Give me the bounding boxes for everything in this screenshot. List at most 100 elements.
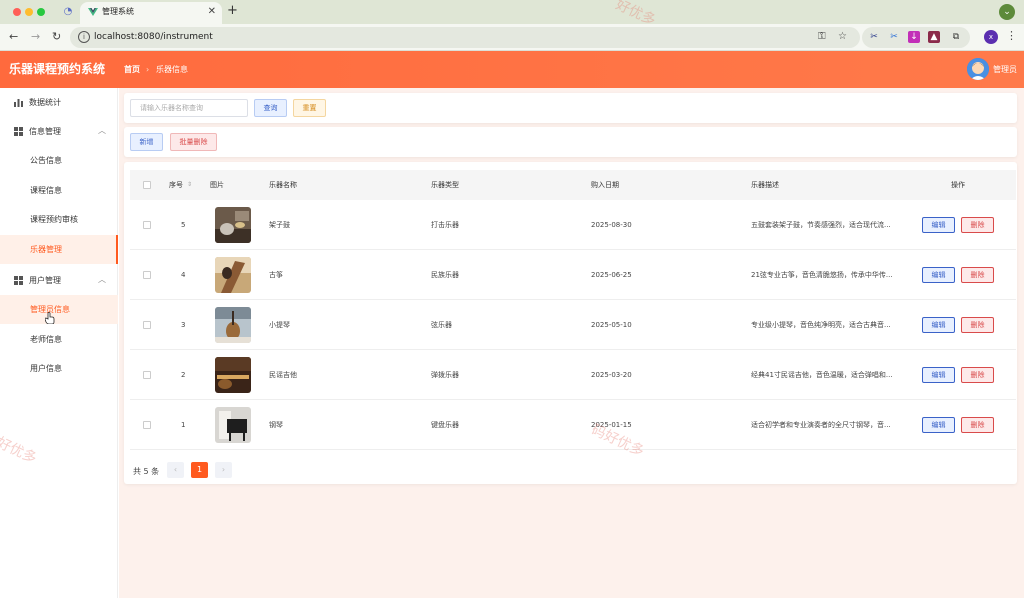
site-info-icon[interactable]: i [78, 31, 90, 43]
row-checkbox[interactable] [143, 421, 151, 429]
delete-button[interactable]: 删除 [961, 267, 994, 283]
sidebar-item-label: 公告信息 [30, 156, 62, 165]
reload-icon[interactable]: ↻ [52, 30, 61, 44]
row-checkbox[interactable] [143, 371, 151, 379]
prev-page-button[interactable]: ‹ [167, 462, 184, 478]
tab-search-icon[interactable]: ⌄ [999, 4, 1015, 20]
main-content: 请输入乐器名称查询 查询 重置 新增 批量删除 序号 ⇕ 图片 乐器名称 乐器类… [119, 88, 1024, 598]
edit-button[interactable]: 编辑 [922, 417, 955, 433]
new-tab-button[interactable]: + [227, 4, 238, 18]
cell-date: 2025-06-25 [591, 271, 632, 279]
instrument-image [215, 407, 251, 443]
cell-type: 民族乐器 [431, 271, 459, 279]
query-button[interactable]: 查询 [254, 99, 287, 117]
guzheng-image-icon [215, 257, 251, 293]
sidebar-item-admins[interactable]: 管理员信息 [0, 295, 118, 324]
page-1-button[interactable]: 1 [191, 462, 208, 478]
sidebar-item-statistics[interactable]: 数据统计 [0, 88, 118, 117]
cell-name: 古筝 [269, 271, 283, 279]
column-header-description: 乐器描述 [751, 181, 779, 189]
delete-button[interactable]: 删除 [961, 217, 994, 233]
cell-description: 21弦专业古筝，音色清脆悠扬，传承中华传... [751, 271, 893, 279]
batch-delete-button[interactable]: 批量删除 [170, 133, 217, 151]
url-bar[interactable]: i localhost:8080/instrument ⚿ ☆ [70, 27, 860, 48]
maximize-window-button[interactable] [37, 8, 45, 16]
cell-id: 3 [181, 321, 186, 329]
sidebar-item-instruments[interactable]: 乐器管理 [0, 235, 118, 264]
minimize-window-button[interactable] [25, 8, 33, 16]
media-extension-icon[interactable]: ▲ [928, 31, 940, 43]
row-checkbox[interactable] [143, 221, 151, 229]
column-header-name: 乐器名称 [269, 181, 297, 189]
tab-close-icon[interactable]: ✕ [208, 6, 216, 18]
tab-title: 管理系统 [102, 7, 134, 16]
search-input[interactable]: 请输入乐器名称查询 [130, 99, 248, 117]
app-header: 乐器课程预约系统 首页 › 乐器信息 管理员 [0, 51, 1024, 88]
url-text[interactable]: localhost:8080/instrument [94, 32, 213, 43]
vue-logo-icon [88, 8, 98, 16]
next-page-button[interactable]: › [215, 462, 232, 478]
sidebar-item-announcements[interactable]: 公告信息 [0, 146, 118, 175]
browser-tab-active[interactable]: 管理系统 ✕ [80, 2, 222, 24]
column-header-date: 购入日期 [591, 181, 619, 189]
edit-button[interactable]: 编辑 [922, 217, 955, 233]
browser-toolbar: ← → ↻ i localhost:8080/instrument ⚿ ☆ ✂ … [0, 24, 1024, 51]
scissors-extension-icon[interactable]: ✂ [868, 31, 880, 43]
add-button[interactable]: 新增 [130, 133, 163, 151]
cell-date: 2025-03-20 [591, 371, 632, 379]
table-row: 3 小提琴 弦乐器 2025-05-10 专业级小提琴，音色纯净明亮，适合古典音… [130, 300, 1016, 350]
cut-extension-icon[interactable]: ✂ [888, 31, 900, 43]
edit-button[interactable]: 编辑 [922, 317, 955, 333]
sidebar-item-label: 数据统计 [29, 98, 61, 107]
cell-id: 2 [181, 371, 186, 379]
inactive-tab-icon[interactable]: ◔ [62, 6, 74, 18]
browser-menu-icon[interactable]: ⋮ [1006, 29, 1017, 43]
sidebar-item-label: 课程信息 [30, 186, 62, 195]
bookmark-star-icon[interactable]: ☆ [838, 31, 847, 43]
sidebar: 数据统计 信息管理 ︿ 公告信息 课程信息 课程预约审核 乐器管理 用户管理 ︿… [0, 88, 118, 598]
breadcrumb-home[interactable]: 首页 [124, 64, 140, 75]
back-arrow-icon[interactable]: ← [9, 30, 18, 44]
download-extension-icon[interactable]: ↓ [908, 31, 920, 43]
sidebar-group-users[interactable]: 用户管理 ︿ [0, 266, 118, 295]
delete-button[interactable]: 删除 [961, 367, 994, 383]
search-card: 请输入乐器名称查询 查询 重置 [124, 93, 1017, 123]
key-icon[interactable]: ⚿ [818, 31, 826, 43]
edit-button[interactable]: 编辑 [922, 367, 955, 383]
browser-titlebar: ◔ 管理系统 ✕ + ⌄ [0, 0, 1024, 24]
select-all-checkbox[interactable] [143, 181, 151, 189]
close-window-button[interactable] [13, 8, 21, 16]
cell-description: 经典41寸民谣吉他，音色温暖，适合弹唱和... [751, 371, 893, 379]
sidebar-item-teachers[interactable]: 老师信息 [0, 325, 118, 354]
delete-button[interactable]: 删除 [961, 317, 994, 333]
sidebar-item-courses[interactable]: 课程信息 [0, 176, 118, 205]
reset-button[interactable]: 重置 [293, 99, 326, 117]
column-header-id: 序号 [169, 181, 183, 189]
delete-button[interactable]: 删除 [961, 417, 994, 433]
edit-button[interactable]: 编辑 [922, 267, 955, 283]
column-header-image: 图片 [210, 181, 224, 189]
cell-id: 1 [181, 421, 186, 429]
profile-avatar[interactable]: x [984, 30, 998, 44]
sidebar-group-info[interactable]: 信息管理 ︿ [0, 117, 118, 146]
user-name[interactable]: 管理员 [993, 64, 1017, 75]
puzzle-extensions-icon[interactable]: ⧉ [950, 31, 962, 43]
forward-arrow-icon[interactable]: → [31, 30, 40, 44]
sidebar-item-booking-review[interactable]: 课程预约审核 [0, 205, 118, 234]
table-card: 序号 ⇕ 图片 乐器名称 乐器类型 购入日期 乐器描述 操作 5 架子鼓 打击乐… [124, 162, 1017, 484]
cell-type: 弦乐器 [431, 321, 452, 329]
row-checkbox[interactable] [143, 271, 151, 279]
sidebar-item-users[interactable]: 用户信息 [0, 354, 118, 383]
user-avatar[interactable] [967, 58, 989, 80]
cell-id: 5 [181, 221, 186, 229]
column-header-type: 乐器类型 [431, 181, 459, 189]
instrument-image [215, 307, 251, 343]
sidebar-item-label: 用户信息 [30, 364, 62, 373]
chevron-up-icon: ︿ [98, 126, 106, 135]
user-avatar-icon [967, 58, 989, 80]
cell-date: 2025-05-10 [591, 321, 632, 329]
guitar-image-icon [215, 357, 251, 393]
sort-icon[interactable]: ⇕ [187, 180, 192, 190]
row-checkbox[interactable] [143, 321, 151, 329]
cell-type: 键盘乐器 [431, 421, 459, 429]
